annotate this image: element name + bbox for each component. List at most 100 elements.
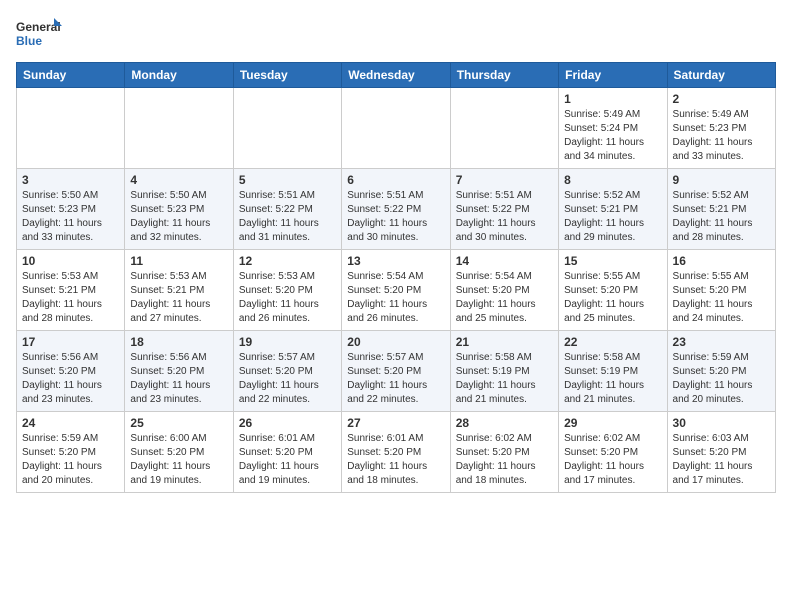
calendar-cell: 13Sunrise: 5:54 AM Sunset: 5:20 PM Dayli… — [342, 250, 450, 331]
day-number: 17 — [22, 335, 119, 349]
calendar-cell: 2 Sunrise: 5:49 AM Sunset: 5:23 PM Daylig… — [667, 88, 775, 169]
calendar-cell: 27 Sunrise: 6:01 AM Sunset: 5:20 PM Dayli… — [342, 412, 450, 493]
day-number: 21 — [456, 335, 553, 349]
day-info: Sunrise: 5:52 AM Sunset: 5:21 PM Dayligh… — [564, 189, 661, 245]
day-info: Sunrise: 5:49 AM Sunset: 5:23 PM Dayligh… — [673, 108, 770, 164]
day-number: 13 — [347, 254, 444, 268]
day-number: 1 — [564, 92, 661, 106]
calendar-cell: 30 Sunrise: 6:03 AM Sunset: 5:20 PM Dayli… — [667, 412, 775, 493]
day-info: Sunrise: 5:53 AM Sunset: 5:21 PM Dayligh… — [22, 270, 119, 326]
col-header-friday: Friday — [559, 63, 667, 88]
day-info: Sunrise: 5:51 AM Sunset: 5:22 PM Dayligh… — [456, 189, 553, 245]
calendar-cell: 28 Sunrise: 6:02 AM Sunset: 5:20 PM Dayli… — [450, 412, 558, 493]
day-info: Sunrise: 6:02 AM Sunset: 5:20 PM Dayligh… — [456, 432, 553, 488]
day-info: Sunrise: 5:51 AM Sunset: 5:22 PM Dayligh… — [239, 189, 336, 245]
col-header-tuesday: Tuesday — [233, 63, 341, 88]
col-header-thursday: Thursday — [450, 63, 558, 88]
calendar-cell: 29 Sunrise: 6:02 AM Sunset: 5:20 PM Dayli… — [559, 412, 667, 493]
calendar-cell: 10 Sunrise: 5:53 AM Sunset: 5:21 PM Dayli… — [17, 250, 125, 331]
day-number: 25 — [130, 416, 227, 430]
calendar-cell: 8 Sunrise: 5:52 AM Sunset: 5:21 PM Daylig… — [559, 169, 667, 250]
svg-text:Blue: Blue — [16, 34, 42, 48]
calendar-cell — [17, 88, 125, 169]
day-number: 20 — [347, 335, 444, 349]
calendar-cell: 22 Sunrise: 5:58 AM Sunset: 5:19 PM Dayli… — [559, 331, 667, 412]
calendar-table: SundayMondayTuesdayWednesdayThursdayFrid… — [16, 62, 776, 493]
calendar-cell: 19 Sunrise: 5:57 AM Sunset: 5:20 PM Dayli… — [233, 331, 341, 412]
calendar-cell: 23 Sunrise: 5:59 AM Sunset: 5:20 PM Dayli… — [667, 331, 775, 412]
day-number: 3 — [22, 173, 119, 187]
day-info: Sunrise: 5:54 AM Sunset: 5:20 PM Dayligh… — [456, 270, 553, 326]
day-info: Sunrise: 5:59 AM Sunset: 5:20 PM Dayligh… — [22, 432, 119, 488]
day-info: Sunrise: 5:53 AM Sunset: 5:21 PM Dayligh… — [130, 270, 227, 326]
day-number: 2 — [673, 92, 770, 106]
day-info: Sunrise: 6:00 AM Sunset: 5:20 PM Dayligh… — [130, 432, 227, 488]
day-number: 12 — [239, 254, 336, 268]
calendar-cell — [233, 88, 341, 169]
day-number: 6 — [347, 173, 444, 187]
day-info: Sunrise: 5:57 AM Sunset: 5:20 PM Dayligh… — [239, 351, 336, 407]
calendar-cell: 17 Sunrise: 5:56 AM Sunset: 5:20 PM Dayli… — [17, 331, 125, 412]
calendar-cell: 11 Sunrise: 5:53 AM Sunset: 5:21 PM Dayli… — [125, 250, 233, 331]
day-number: 23 — [673, 335, 770, 349]
day-number: 24 — [22, 416, 119, 430]
calendar-cell — [125, 88, 233, 169]
day-info: Sunrise: 5:55 AM Sunset: 5:20 PM Dayligh… — [673, 270, 770, 326]
day-number: 26 — [239, 416, 336, 430]
day-info: Sunrise: 6:03 AM Sunset: 5:20 PM Dayligh… — [673, 432, 770, 488]
day-number: 29 — [564, 416, 661, 430]
day-info: Sunrise: 5:49 AM Sunset: 5:24 PM Dayligh… — [564, 108, 661, 164]
day-info: Sunrise: 6:02 AM Sunset: 5:20 PM Dayligh… — [564, 432, 661, 488]
col-header-sunday: Sunday — [17, 63, 125, 88]
calendar-cell: 7 Sunrise: 5:51 AM Sunset: 5:22 PM Daylig… — [450, 169, 558, 250]
day-number: 18 — [130, 335, 227, 349]
logo: General Blue — [16, 16, 66, 52]
day-number: 10 — [22, 254, 119, 268]
day-number: 30 — [673, 416, 770, 430]
calendar-cell: 20Sunrise: 5:57 AM Sunset: 5:20 PM Dayli… — [342, 331, 450, 412]
page-header: General Blue — [16, 16, 776, 52]
day-number: 19 — [239, 335, 336, 349]
day-info: Sunrise: 5:55 AM Sunset: 5:20 PM Dayligh… — [564, 270, 661, 326]
col-header-saturday: Saturday — [667, 63, 775, 88]
calendar-cell: 3Sunrise: 5:50 AM Sunset: 5:23 PM Daylig… — [17, 169, 125, 250]
day-info: Sunrise: 5:53 AM Sunset: 5:20 PM Dayligh… — [239, 270, 336, 326]
calendar-cell: 25 Sunrise: 6:00 AM Sunset: 5:20 PM Dayli… — [125, 412, 233, 493]
day-info: Sunrise: 5:58 AM Sunset: 5:19 PM Dayligh… — [456, 351, 553, 407]
day-info: Sunrise: 5:56 AM Sunset: 5:20 PM Dayligh… — [22, 351, 119, 407]
calendar-week-row: 24 Sunrise: 5:59 AM Sunset: 5:20 PM Dayli… — [17, 412, 776, 493]
calendar-week-row: 10 Sunrise: 5:53 AM Sunset: 5:21 PM Dayli… — [17, 250, 776, 331]
calendar-cell — [450, 88, 558, 169]
day-info: Sunrise: 5:58 AM Sunset: 5:19 PM Dayligh… — [564, 351, 661, 407]
calendar-cell: 16 Sunrise: 5:55 AM Sunset: 5:20 PM Dayli… — [667, 250, 775, 331]
calendar-week-row: 17 Sunrise: 5:56 AM Sunset: 5:20 PM Dayli… — [17, 331, 776, 412]
day-info: Sunrise: 5:59 AM Sunset: 5:20 PM Dayligh… — [673, 351, 770, 407]
day-number: 22 — [564, 335, 661, 349]
day-info: Sunrise: 6:01 AM Sunset: 5:20 PM Dayligh… — [347, 432, 444, 488]
calendar-cell: 18Sunrise: 5:56 AM Sunset: 5:20 PM Dayli… — [125, 331, 233, 412]
day-number: 11 — [130, 254, 227, 268]
svg-text:General: General — [16, 20, 61, 34]
day-number: 14 — [456, 254, 553, 268]
day-info: Sunrise: 6:01 AM Sunset: 5:20 PM Dayligh… — [239, 432, 336, 488]
calendar-cell: 24 Sunrise: 5:59 AM Sunset: 5:20 PM Dayli… — [17, 412, 125, 493]
calendar-header-row: SundayMondayTuesdayWednesdayThursdayFrid… — [17, 63, 776, 88]
logo-svg: General Blue — [16, 16, 66, 52]
day-number: 7 — [456, 173, 553, 187]
day-number: 8 — [564, 173, 661, 187]
day-number: 28 — [456, 416, 553, 430]
calendar-week-row: 1 Sunrise: 5:49 AM Sunset: 5:24 PM Daylig… — [17, 88, 776, 169]
calendar-cell: 9Sunrise: 5:52 AM Sunset: 5:21 PM Daylig… — [667, 169, 775, 250]
calendar-cell: 21 Sunrise: 5:58 AM Sunset: 5:19 PM Dayli… — [450, 331, 558, 412]
calendar-cell: 26 Sunrise: 6:01 AM Sunset: 5:20 PM Dayli… — [233, 412, 341, 493]
calendar-cell: 4Sunrise: 5:50 AM Sunset: 5:23 PM Daylig… — [125, 169, 233, 250]
calendar-cell: 14 Sunrise: 5:54 AM Sunset: 5:20 PM Dayli… — [450, 250, 558, 331]
calendar-cell — [342, 88, 450, 169]
calendar-cell: 6Sunrise: 5:51 AM Sunset: 5:22 PM Daylig… — [342, 169, 450, 250]
calendar-cell: 15Sunrise: 5:55 AM Sunset: 5:20 PM Dayli… — [559, 250, 667, 331]
day-number: 27 — [347, 416, 444, 430]
calendar-week-row: 3Sunrise: 5:50 AM Sunset: 5:23 PM Daylig… — [17, 169, 776, 250]
day-number: 5 — [239, 173, 336, 187]
day-number: 16 — [673, 254, 770, 268]
day-number: 9 — [673, 173, 770, 187]
